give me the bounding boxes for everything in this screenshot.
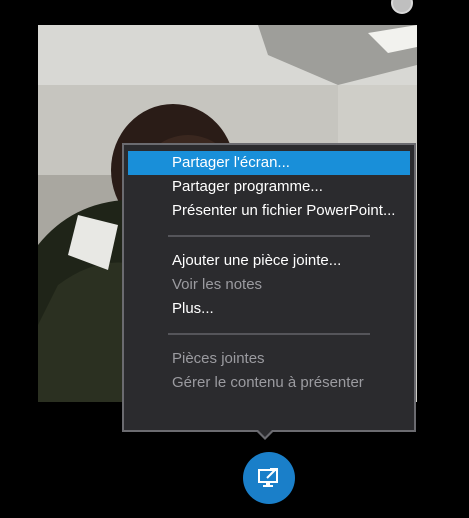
menu-item-share-program[interactable]: Partager programme... xyxy=(128,175,410,199)
menu-separator xyxy=(168,333,370,335)
present-content-button[interactable] xyxy=(243,452,295,504)
menu-item-add-attachment[interactable]: Ajouter une pièce jointe... xyxy=(128,249,410,273)
menu-item-present-powerpoint[interactable]: Présenter un fichier PowerPoint... xyxy=(128,199,410,223)
call-window: Partager l'écran... Partager programme..… xyxy=(0,0,469,518)
menu-item-more[interactable]: Plus... xyxy=(128,297,410,321)
share-content-menu: Partager l'écran... Partager programme..… xyxy=(122,143,416,432)
menu-item-share-screen[interactable]: Partager l'écran... xyxy=(128,151,410,175)
menu-separator xyxy=(168,235,370,237)
menu-item-view-notes: Voir les notes xyxy=(172,276,263,293)
present-screen-icon xyxy=(258,468,278,487)
menu-pointer-fill xyxy=(257,429,273,437)
menu-item-manage-content: Gérer le contenu à présenter xyxy=(172,374,364,391)
corner-control-icon[interactable] xyxy=(391,0,413,14)
menu-item-attachments: Pièces jointes xyxy=(172,350,265,367)
